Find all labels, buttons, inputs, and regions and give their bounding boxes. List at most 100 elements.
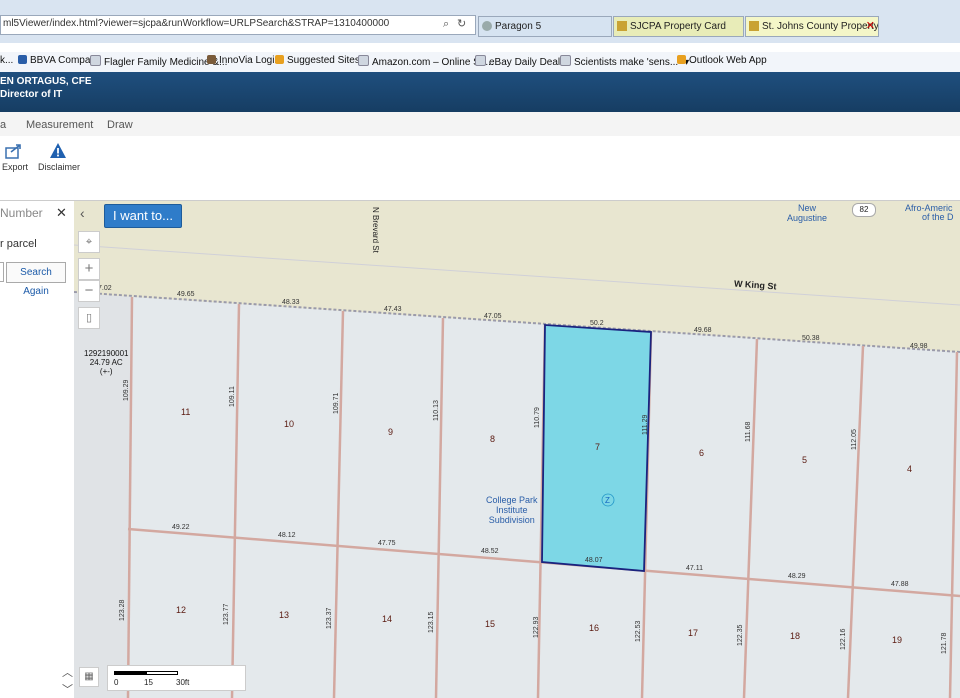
favicon-icon [207, 55, 216, 64]
parcel-map[interactable] [74, 201, 960, 698]
browser-toolbar: ml5Viewer/index.html?viewer=sjcpa&runWor… [0, 0, 960, 43]
place-label-augustine: Augustine [787, 213, 828, 223]
dimension-label: 47.11 [686, 565, 703, 572]
page-icon [617, 21, 627, 31]
chevron-up-icon[interactable]: ︿ [62, 664, 73, 680]
dimension-label: 122.53 [635, 620, 642, 642]
lot-label: 9 [388, 427, 394, 437]
search-input[interactable]: Number [0, 206, 43, 220]
locate-icon[interactable]: ⌖ [78, 231, 100, 253]
user-name: EN ORTAGUS, CFE [0, 76, 92, 87]
lot-label: 10 [284, 419, 295, 429]
refresh-icon[interactable]: ↻ [457, 17, 466, 30]
page-icon [749, 21, 759, 31]
tab-property-app[interactable]: St. Johns County Property A... ✕ [745, 16, 879, 37]
page-icon [90, 55, 101, 66]
page-icon [482, 21, 492, 31]
place-label-new: New [798, 203, 817, 213]
parcel-text: r parcel [0, 238, 37, 250]
lot-label: 11 [181, 407, 191, 417]
partial-button[interactable] [0, 262, 4, 282]
user-role: Director of IT [0, 89, 63, 100]
search-again-button[interactable]: Search Again [6, 262, 66, 297]
page-icon [358, 55, 369, 66]
lot-label: 17 [688, 628, 699, 638]
lot-label: 8 [490, 434, 496, 444]
dimension-label: 122.35 [737, 624, 744, 646]
dimension-label: 47.75 [378, 540, 396, 547]
favorite-outlook[interactable]: Outlook Web App [677, 55, 767, 66]
address-text: ml5Viewer/index.html?viewer=sjcpa&runWor… [3, 18, 390, 29]
export-icon [5, 144, 21, 159]
dimension-label: 48.29 [788, 573, 806, 580]
zone-label: Z [605, 496, 610, 505]
lot-label: 7 [595, 442, 601, 452]
disclaimer-button[interactable]: Disclaimer [38, 142, 81, 172]
scale-bar: 0 15 30ft [107, 665, 246, 691]
dimension-label: 123.15 [428, 611, 435, 633]
dimension-label: 121.78 [941, 632, 948, 654]
map-view[interactable]: N Brevard St W King St New Augustine 82 … [74, 201, 960, 698]
favorite-bbva[interactable]: BBVA Compass [18, 55, 100, 66]
tab-paragon[interactable]: Paragon 5 [478, 16, 612, 37]
lot-label: 19 [892, 635, 903, 645]
favorite-link[interactable]: k... [0, 55, 13, 66]
favorite-scientists[interactable]: Scientists make 'sens... ▾ [560, 55, 689, 68]
lot-label: 4 [907, 464, 913, 474]
lot-label: 16 [589, 623, 600, 633]
lot-label: 18 [790, 631, 801, 641]
dimension-label: 111.68 [745, 421, 752, 442]
dimension-label: 47.88 [891, 581, 909, 588]
favorites-bar: k... BBVA Compass Flagler Family Medicin… [0, 52, 960, 73]
scale-segment [146, 671, 178, 675]
scale-toggle-icon[interactable]: ▦ [79, 667, 99, 687]
place-label-of-the: of the D [922, 212, 954, 222]
parcel-info: 1292190001 24.79 AC (+-) [84, 349, 129, 376]
favorite-suggested[interactable]: Suggested Sites ▾ [275, 55, 368, 66]
i-want-to-button[interactable]: I want to... [104, 204, 182, 228]
dimension-label: 47.05 [484, 313, 502, 320]
close-icon[interactable]: ✕ [56, 205, 67, 221]
dimension-label: 109.71 [333, 392, 340, 414]
dimension-label: 110.13 [433, 400, 440, 421]
menu-draw[interactable]: Draw [107, 119, 133, 131]
app-header: EN ORTAGUS, CFE Director of IT [0, 72, 960, 112]
dimension-label: 112.05 [851, 429, 858, 450]
menu-measurement[interactable]: Measurement [26, 119, 93, 131]
toolbar: Export Disclaimer [0, 136, 960, 201]
dimension-label: 109.11 [229, 386, 236, 407]
warning-icon [50, 143, 66, 158]
subdivision-label: College Park Institute Subdivision [486, 495, 538, 525]
chevron-down-icon[interactable]: ﹀ [62, 681, 73, 697]
zoom-in-button[interactable]: + [78, 258, 100, 280]
dimension-label: 48.52 [481, 548, 499, 555]
street-label-brevard: N Brevard St [371, 207, 380, 253]
chevron-left-icon[interactable]: ‹ [80, 205, 85, 221]
dimension-label: 49.68 [694, 327, 712, 334]
scale-zero: 0 [114, 678, 119, 687]
page-icon [560, 55, 571, 66]
favorite-amazon[interactable]: Amazon.com – Online Sh... [358, 55, 494, 68]
disclaimer-label: Disclaimer [38, 162, 81, 172]
favorite-innovia[interactable]: InnoVia Login [207, 55, 280, 66]
bookmark-icon[interactable]: ▯ [78, 307, 100, 329]
zoom-out-button[interactable]: − [78, 280, 100, 302]
search-icon[interactable]: ⌕ [443, 18, 449, 31]
dimension-label: 122.93 [533, 616, 540, 638]
tab-label: St. Johns County Property A... [762, 21, 879, 32]
dimension-label: 110.79 [534, 407, 541, 428]
close-tab-icon[interactable]: ✕ [866, 17, 875, 36]
scale-end: 30ft [176, 678, 190, 687]
dimension-label: 49.98 [910, 343, 928, 350]
lot-label: 5 [802, 455, 808, 465]
export-button[interactable]: Export [2, 142, 28, 172]
favorite-ebay[interactable]: eBay Daily Deal ▾ [475, 55, 568, 68]
scale-segment [114, 671, 146, 675]
address-bar[interactable]: ml5Viewer/index.html?viewer=sjcpa&runWor… [0, 15, 476, 35]
dimension-label: 7.02 [98, 285, 112, 292]
menu-data[interactable]: a [0, 119, 6, 131]
lot-label: 14 [382, 614, 393, 624]
dimension-label: 49.65 [177, 291, 195, 298]
dimension-label: 48.33 [282, 299, 300, 306]
tab-property-card[interactable]: SJCPA Property Card [613, 16, 744, 37]
